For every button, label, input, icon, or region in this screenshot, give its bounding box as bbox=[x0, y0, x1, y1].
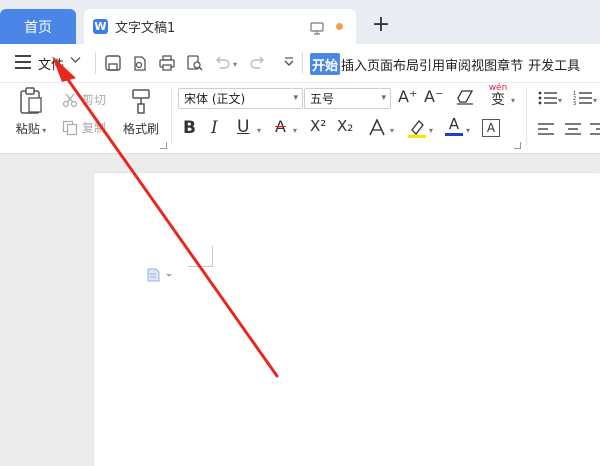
chevron-down-icon: ▾ bbox=[381, 93, 386, 103]
ribbon-tabs: 插入页面布局引用审阅视图章节 开发工具 bbox=[341, 55, 580, 74]
document-area bbox=[0, 154, 600, 466]
customize-toolbar-icon[interactable] bbox=[280, 54, 298, 72]
font-group-expand-icon[interactable] bbox=[514, 142, 521, 149]
text-effect-icon[interactable] bbox=[368, 118, 386, 140]
tab-home-label: 首页 bbox=[24, 19, 52, 36]
numbered-list-icon[interactable]: 123 bbox=[573, 90, 593, 110]
tab-developer-tools[interactable]: 开发工具 bbox=[528, 59, 580, 74]
tab-bar: 首页 W 文字文稿1 + bbox=[0, 0, 600, 44]
format-painter-button[interactable]: 格式刷 bbox=[118, 87, 164, 137]
chevron-down-icon[interactable] bbox=[70, 54, 81, 68]
tab-section[interactable]: 章节 bbox=[497, 59, 523, 74]
font-color-dropdown-icon[interactable]: ▾ bbox=[466, 126, 470, 135]
align-center-icon[interactable] bbox=[565, 121, 581, 140]
strikethrough-dropdown-icon[interactable]: ▾ bbox=[293, 126, 297, 135]
highlight-icon[interactable] bbox=[407, 118, 427, 142]
tab-page-layout[interactable]: 页面布局 bbox=[367, 59, 419, 74]
clear-format-icon[interactable] bbox=[456, 89, 474, 109]
font-size-select[interactable]: 五号 ▾ bbox=[304, 88, 391, 109]
shrink-font-icon[interactable]: A⁻ bbox=[424, 87, 443, 106]
writer-doc-icon: W bbox=[93, 19, 108, 34]
character-border-button[interactable]: A bbox=[482, 119, 500, 137]
align-right-icon[interactable] bbox=[590, 121, 600, 140]
output-pdf-icon[interactable] bbox=[131, 54, 149, 72]
grow-font-icon[interactable]: A⁺ bbox=[398, 87, 417, 106]
bold-button[interactable]: B bbox=[183, 118, 196, 138]
pinyin-dropdown-icon[interactable]: ▾ bbox=[511, 96, 515, 105]
margin-mark bbox=[188, 266, 212, 267]
tab-document[interactable]: W 文字文稿1 bbox=[84, 9, 356, 44]
copy-button[interactable]: 复制 bbox=[62, 119, 106, 136]
save-icon[interactable] bbox=[104, 54, 122, 72]
separator bbox=[302, 52, 303, 74]
tab-references[interactable]: 引用 bbox=[419, 59, 445, 74]
font-name-value: 宋体 (正文) bbox=[184, 92, 246, 106]
svg-text:3: 3 bbox=[573, 101, 576, 106]
pinyin-guide-button[interactable]: wén 变 bbox=[486, 84, 510, 108]
new-tab-button[interactable]: + bbox=[369, 12, 393, 37]
unsaved-indicator-dot bbox=[336, 23, 343, 30]
scissors-icon bbox=[62, 93, 78, 107]
bullet-list-dropdown-icon[interactable]: ▾ bbox=[558, 96, 562, 105]
paste-label: 粘贴 bbox=[15, 122, 40, 136]
print-icon[interactable] bbox=[158, 54, 176, 72]
document-title: 文字文稿1 bbox=[115, 21, 176, 36]
margin-mark bbox=[212, 246, 213, 267]
redo-icon[interactable] bbox=[249, 54, 267, 72]
copy-label: 复制 bbox=[82, 121, 107, 135]
chevron-down-icon: ▾ bbox=[293, 93, 298, 103]
paste-dropdown-icon[interactable]: ▾ bbox=[40, 126, 46, 135]
cut-button[interactable]: 剪切 bbox=[62, 91, 106, 108]
undo-dropdown-icon[interactable]: ▾ bbox=[233, 60, 237, 69]
paintbrush-icon bbox=[132, 89, 150, 114]
underline-button[interactable]: U bbox=[237, 117, 249, 137]
separator bbox=[171, 89, 172, 145]
clipboard-group-expand-icon[interactable] bbox=[160, 142, 167, 149]
paragraph-layout-icon[interactable] bbox=[147, 267, 173, 286]
italic-button[interactable]: I bbox=[211, 118, 218, 138]
strikethrough-button[interactable]: A bbox=[275, 117, 286, 136]
tab-review[interactable]: 审阅 bbox=[445, 59, 471, 74]
font-color-letter: A bbox=[448, 115, 460, 133]
text-effect-dropdown-icon[interactable]: ▾ bbox=[390, 126, 394, 135]
tab-start[interactable]: 开始 bbox=[310, 53, 341, 75]
cut-label: 剪切 bbox=[82, 93, 107, 107]
undo-icon[interactable] bbox=[213, 54, 231, 72]
subscript-button[interactable]: X₂ bbox=[337, 117, 353, 135]
align-left-icon[interactable] bbox=[538, 121, 554, 140]
document-page[interactable] bbox=[94, 173, 600, 466]
font-size-value: 五号 bbox=[310, 92, 335, 106]
highlight-dropdown-icon[interactable]: ▾ bbox=[429, 126, 433, 135]
tab-insert[interactable]: 插入 bbox=[341, 59, 367, 74]
tab-view[interactable]: 视图 bbox=[471, 59, 497, 74]
font-color-button[interactable]: A bbox=[445, 116, 463, 136]
print-preview-icon[interactable] bbox=[186, 54, 204, 72]
ribbon: 粘贴 ▾ 剪切 复制 格式刷 宋体 (正文) ▾ 五号 ▾ A⁺ A⁻ wén … bbox=[0, 83, 600, 154]
numbered-list-dropdown-icon[interactable]: ▾ bbox=[593, 96, 597, 105]
tab-home[interactable]: 首页 bbox=[0, 9, 76, 44]
format-painter-label: 格式刷 bbox=[122, 122, 159, 136]
superscript-button[interactable]: X² bbox=[310, 117, 326, 135]
font-name-select[interactable]: 宋体 (正文) ▾ bbox=[178, 88, 303, 109]
paste-button[interactable]: 粘贴 ▾ bbox=[11, 87, 51, 137]
underline-dropdown-icon[interactable]: ▾ bbox=[257, 126, 261, 135]
copy-icon bbox=[62, 120, 78, 135]
hamburger-menu-icon[interactable] bbox=[15, 55, 31, 69]
separator bbox=[95, 52, 96, 74]
separator bbox=[526, 89, 527, 145]
clipboard-icon bbox=[20, 87, 42, 114]
bullet-list-icon[interactable] bbox=[538, 90, 558, 110]
monitor-icon[interactable] bbox=[310, 20, 324, 39]
pinyin-char: 变 bbox=[491, 92, 505, 108]
file-menu[interactable]: 文件 bbox=[38, 54, 64, 73]
font-color-bar bbox=[445, 133, 463, 136]
menu-row: 文件 ▾ 开始 插入页面布局引用审阅视图章节 开发工具 bbox=[0, 44, 600, 83]
